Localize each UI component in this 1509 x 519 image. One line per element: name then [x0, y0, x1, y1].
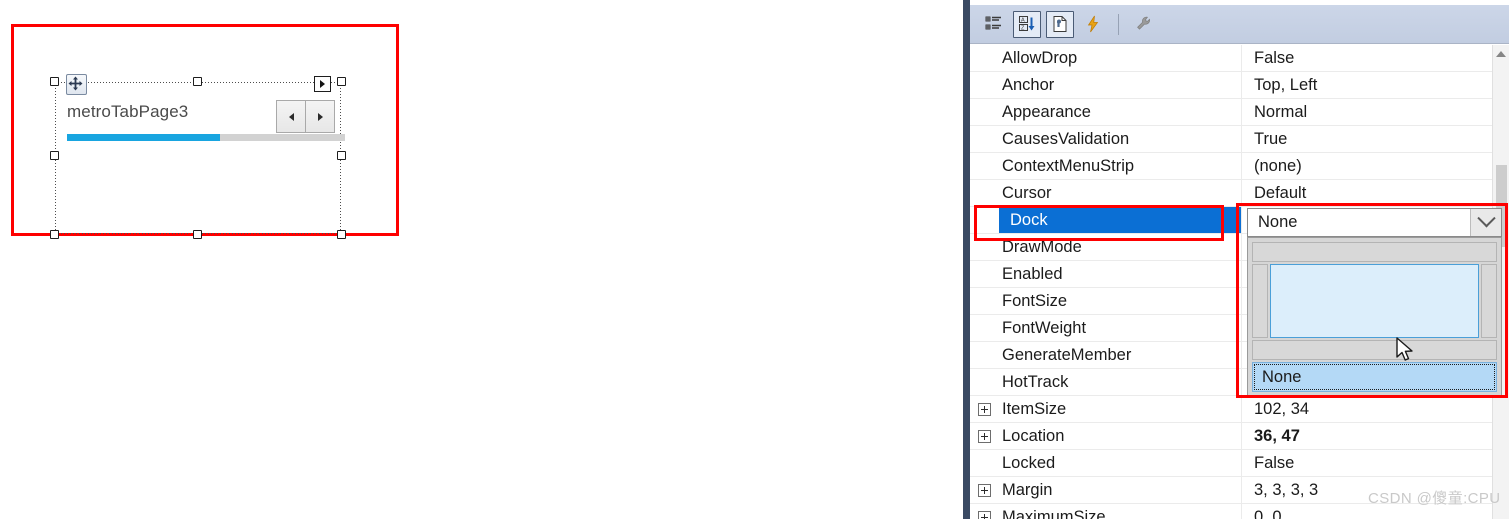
expand-plus-icon[interactable] [970, 510, 999, 519]
dock-value-combobox[interactable]: None [1247, 208, 1502, 237]
property-name: Margin [1002, 480, 1053, 499]
mouse-pointer-icon [1396, 337, 1413, 361]
move-four-arrow-icon[interactable] [66, 74, 87, 95]
expand-plus-icon[interactable] [970, 483, 999, 497]
property-row[interactable]: Appearance Normal [970, 99, 1509, 126]
properties-page-icon[interactable] [1046, 10, 1074, 38]
property-value[interactable]: Top, Left [1241, 72, 1509, 98]
scroll-up-arrow-icon[interactable] [1493, 45, 1509, 62]
winforms-designer-surface: metroTabPage3 [0, 0, 960, 519]
property-name: GenerateMember [1002, 345, 1132, 364]
property-value[interactable]: 36, 47 [1241, 423, 1509, 449]
designer-annotation-box: metroTabPage3 [11, 24, 399, 239]
properties-window: A Z AllowDrop False Anchor Top, Left App… [963, 0, 1509, 519]
tab-nav-buttons[interactable] [276, 100, 335, 133]
property-name: Appearance [1002, 102, 1091, 121]
property-value[interactable]: True [1241, 126, 1509, 152]
dock-zone-top[interactable] [1252, 242, 1497, 262]
resize-handle-middle-right[interactable] [337, 151, 346, 160]
property-row[interactable]: ContextMenuStrip (none) [970, 153, 1509, 180]
smart-tag-triangle-icon[interactable] [314, 76, 331, 92]
tab-nav-next-button[interactable] [306, 100, 335, 133]
resize-handle-top-left[interactable] [50, 77, 59, 86]
property-name: Dock [999, 207, 1241, 233]
property-name: Enabled [1002, 264, 1063, 283]
dock-zone-fill[interactable] [1270, 264, 1479, 361]
expand-plus-icon[interactable] [970, 402, 999, 416]
properties-toolbar: A Z [970, 5, 1509, 44]
dock-zone-right[interactable] [1481, 264, 1497, 338]
categorized-icon[interactable] [980, 11, 1008, 38]
property-name: DrawMode [1002, 237, 1082, 256]
dock-none-button[interactable]: None [1252, 362, 1497, 392]
property-name: FontSize [1002, 291, 1068, 310]
property-row[interactable]: Cursor Default [970, 180, 1509, 207]
property-row[interactable]: Location 36, 47 [970, 423, 1509, 450]
property-name: HotTrack [1002, 372, 1069, 391]
property-name: ContextMenuStrip [1002, 156, 1135, 175]
property-name: Anchor [1002, 75, 1055, 94]
wrench-icon[interactable] [1130, 11, 1158, 38]
resize-handle-bottom-center[interactable] [193, 230, 202, 239]
property-row[interactable]: CausesValidation True [970, 126, 1509, 153]
dock-editor-dropdown[interactable]: None [1247, 237, 1502, 397]
property-value[interactable]: False [1241, 450, 1509, 476]
sort-az-icon[interactable]: A Z [1013, 10, 1041, 38]
dock-zone-left[interactable] [1252, 264, 1268, 338]
property-value[interactable]: False [1241, 45, 1509, 71]
resize-handle-top-right[interactable] [337, 77, 346, 86]
property-name: Location [1002, 426, 1065, 445]
property-name: MaximumSize [1002, 507, 1106, 519]
property-value[interactable]: (none) [1241, 153, 1509, 179]
triangle-right-icon [317, 112, 323, 121]
property-name: Locked [1002, 453, 1056, 472]
property-name: FontWeight [1002, 318, 1087, 337]
triangle-left-icon [288, 112, 294, 121]
dock-zone-bottom[interactable] [1252, 340, 1497, 360]
dock-zone-grid [1252, 242, 1497, 361]
property-value[interactable]: Normal [1241, 99, 1509, 125]
property-row[interactable]: AllowDrop False [970, 45, 1509, 72]
tab-nav-prev-button[interactable] [276, 100, 306, 133]
svg-text:A: A [1021, 18, 1025, 24]
resize-handle-bottom-right[interactable] [337, 230, 346, 239]
property-name: CausesValidation [1002, 129, 1130, 148]
property-value[interactable]: 102, 34 [1241, 396, 1509, 422]
tab-underline-fill [67, 134, 220, 141]
property-name: ItemSize [1002, 399, 1067, 418]
resize-handle-top-center[interactable] [193, 77, 202, 86]
property-name: Cursor [1002, 183, 1052, 202]
property-value[interactable]: Default [1241, 180, 1509, 206]
tab-page-label: metroTabPage3 [67, 102, 189, 121]
dock-none-label: None [1262, 367, 1302, 386]
property-name: AllowDrop [1002, 48, 1078, 67]
property-row[interactable]: Anchor Top, Left [970, 72, 1509, 99]
resize-handle-bottom-left[interactable] [50, 230, 59, 239]
property-row[interactable]: Locked False [970, 450, 1509, 477]
expand-plus-icon[interactable] [970, 429, 999, 443]
metro-tab-control[interactable]: metroTabPage3 [50, 74, 346, 239]
lightning-bolt-icon[interactable] [1079, 11, 1107, 38]
resize-handle-middle-left[interactable] [50, 151, 59, 160]
property-row[interactable]: ItemSize 102, 34 [970, 396, 1509, 423]
watermark-text: CSDN @傻童:CPU [1368, 490, 1501, 507]
dock-combobox-value: None [1258, 213, 1298, 231]
chevron-down-icon[interactable] [1470, 209, 1501, 236]
toolbar-separator [1118, 13, 1119, 35]
tab-underline-track [67, 134, 345, 141]
